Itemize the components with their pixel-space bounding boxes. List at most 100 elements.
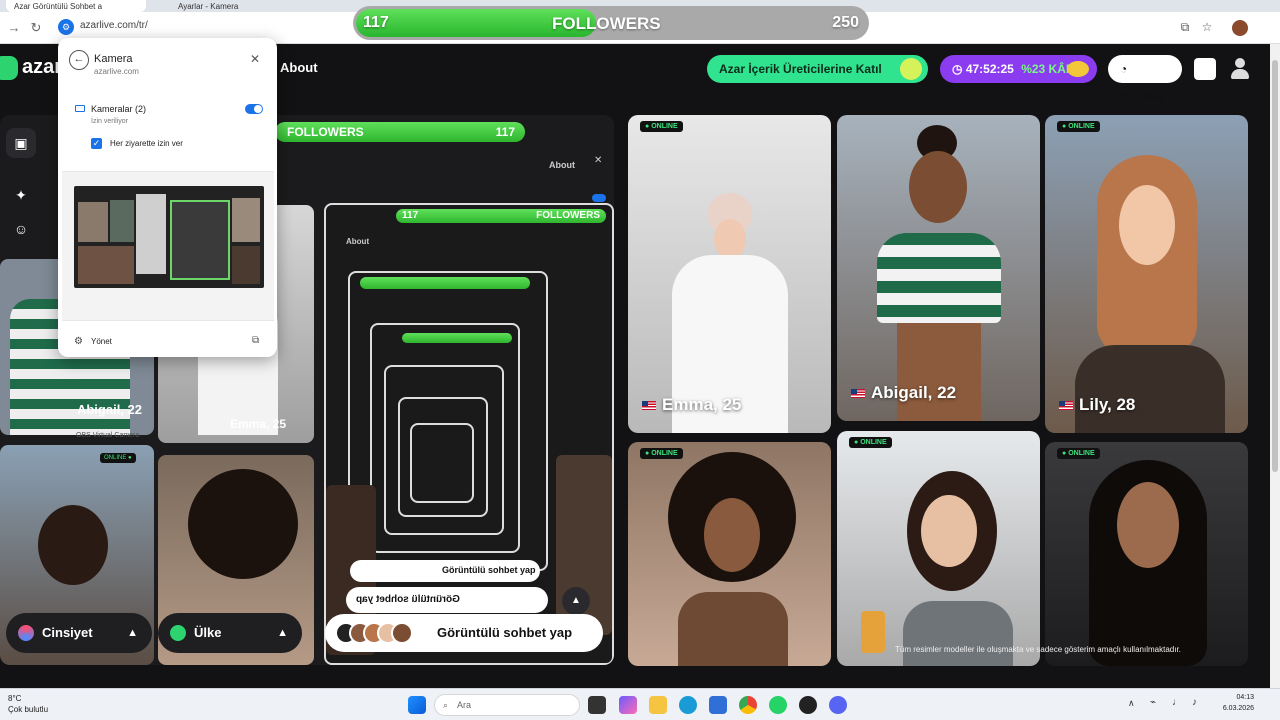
search-icon: ⌕ <box>443 700 449 710</box>
country-filter-label: Ülke <box>194 625 222 640</box>
cameras-label: Kameralar (2) <box>91 104 147 114</box>
striped-crop-top <box>877 233 1001 323</box>
chrome-icon[interactable] <box>739 696 757 714</box>
magic-wand-icon[interactable]: ✦ <box>6 180 36 210</box>
history-button[interactable]: ◔ Geçmiş <box>1108 55 1182 104</box>
microphone-icon[interactable]: ♩ <box>1172 697 1182 708</box>
promo-timer-button[interactable]: ◷ 47:52:25 %23 KÂR <box>940 55 1097 83</box>
card-bangs[interactable]: ONLINE <box>837 431 1040 666</box>
avatar-stack <box>335 622 415 644</box>
card-lily[interactable]: ONLINE Lily, 28 <box>1045 115 1248 433</box>
chevron-up-icon: ▲ <box>277 627 288 639</box>
mirror-video-pill-2: Görüntülü sohbet yap <box>346 587 548 613</box>
open-external-icon[interactable]: ⧉ <box>252 335 259 346</box>
online-badge: ONLINE <box>849 437 892 448</box>
join-creators-button[interactable]: Azar İçerik Üreticilerine Katıl <box>707 55 928 83</box>
face-shape <box>921 495 977 567</box>
mirror-video-text-1: Görüntülü sohbet yap <box>442 565 536 575</box>
promo-timer: 47:52:25 <box>965 62 1014 76</box>
online-badge: ONLINE <box>640 448 683 459</box>
about-link[interactable]: About <box>280 60 318 75</box>
clock-time[interactable]: 04:13 <box>1218 694 1254 701</box>
network-icon[interactable]: ⌁ <box>1150 697 1156 708</box>
card-name: Emma, 25 <box>642 395 741 415</box>
country-filter[interactable]: Ülke ▲ <box>158 613 302 653</box>
permission-status: İzin veriliyor <box>91 118 128 125</box>
nested-bar-2 <box>360 277 530 289</box>
camera-preview-thumbnail[interactable]: OBS Virtual Camera <box>62 171 274 439</box>
card-emma[interactable]: ONLINE Emma, 25 <box>628 115 831 433</box>
avatar <box>391 622 413 644</box>
torso <box>897 323 981 421</box>
forward-icon[interactable]: → <box>4 18 24 38</box>
us-flag-icon <box>851 389 865 399</box>
bookmark-star-icon[interactable]: ☆ <box>1198 18 1216 36</box>
clock-date[interactable]: 6.03.2026 <box>1204 705 1254 712</box>
task-view-icon[interactable] <box>588 696 606 714</box>
mirror-abigail-label: Abigail, 22 <box>76 402 142 417</box>
mirror-video-pill-1: Görüntülü sohbet yap <box>350 560 540 582</box>
card-dark-hair[interactable]: ONLINE <box>1045 442 1248 666</box>
tab-settings-camera[interactable]: Ayarlar - Kamera <box>170 0 320 12</box>
reload-icon[interactable]: ↻ <box>26 18 46 38</box>
address-bar[interactable]: azarlive.com/tr/ <box>80 20 148 31</box>
face-shape <box>1119 185 1175 265</box>
face-filter-icon[interactable]: ☺ <box>6 214 36 244</box>
azar-logo-icon[interactable] <box>0 56 18 80</box>
chevron-up-icon[interactable]: ∧ <box>1128 698 1135 709</box>
card-name: Lily, 28 <box>1059 395 1135 415</box>
temperature[interactable]: 8°C <box>8 694 21 703</box>
taskbar-search[interactable]: ⌕ Ara <box>434 694 580 716</box>
profile-avatar[interactable] <box>1232 20 1248 36</box>
gender-filter[interactable]: Cinsiyet ▲ <box>6 613 152 653</box>
followers-progress-bar: 117 FOLLOWERS 250 <box>353 6 869 40</box>
card-curly[interactable]: ONLINE <box>628 442 831 666</box>
copilot-icon[interactable] <box>619 696 637 714</box>
edge-icon[interactable] <box>679 696 697 714</box>
store-app-icon[interactable] <box>709 696 727 714</box>
store-icon[interactable] <box>1194 58 1216 80</box>
back-arrow-icon[interactable]: ← <box>69 50 89 70</box>
mirror-followers-bar: FOLLOWERS 117 <box>275 122 525 142</box>
whatsapp-icon[interactable] <box>769 696 787 714</box>
mirror-emma-label: Emma, 25 <box>229 417 286 431</box>
effects-icon[interactable]: ▣ <box>6 128 36 158</box>
card-abigail[interactable]: Abigail, 22 <box>837 115 1040 421</box>
thumb-tile <box>170 200 230 280</box>
thumb-tile <box>136 194 166 274</box>
install-app-icon[interactable]: ⧉ <box>1176 18 1194 36</box>
windows-start-icon[interactable] <box>408 696 426 714</box>
camera-toggle[interactable] <box>245 104 263 114</box>
nested-followers-bar: 117 FOLLOWERS <box>396 209 606 223</box>
popup-host: azarlive.com <box>94 67 139 76</box>
curly-hair-shape <box>188 469 298 579</box>
coins-icon <box>1067 61 1089 77</box>
camera-icon <box>75 105 85 112</box>
azar-logo-text[interactable]: azar <box>22 56 62 79</box>
video-chat-label: Görüntülü sohbet yap <box>437 625 573 640</box>
gender-filter-label: Cinsiyet <box>42 625 93 640</box>
video-chat-button[interactable]: Görüntülü sohbet yap <box>325 614 603 652</box>
online-badge: ONLINE <box>1057 448 1100 459</box>
close-icon[interactable]: ✕ <box>250 52 260 66</box>
weather-condition[interactable]: Çok bulutlu <box>8 705 48 714</box>
manage-link[interactable]: Yönet <box>91 337 112 346</box>
followers-current: 117 <box>363 14 389 31</box>
thumb-tile <box>232 246 260 284</box>
followers-label: FOLLOWERS <box>552 14 661 33</box>
scrollbar-thumb[interactable] <box>1272 60 1278 472</box>
thumb-tile <box>110 200 134 242</box>
allow-every-visit-checkbox[interactable]: ✓ <box>91 138 102 149</box>
creator-badge-icon <box>900 58 922 80</box>
site-info-icon[interactable]: ⚙ <box>58 19 74 35</box>
camera-permission-popup: ← Kamera azarlive.com ✕ Kameralar (2) İz… <box>58 38 277 439</box>
tab-azar[interactable]: Azar Görüntülü Sohbet a <box>6 0 146 12</box>
mirror-about: About <box>549 160 575 170</box>
gear-icon[interactable]: ⚙ <box>74 336 83 347</box>
thumb-tile <box>232 198 260 242</box>
user-icon[interactable] <box>1229 56 1251 80</box>
volume-icon[interactable]: ♪ <box>1192 697 1197 708</box>
obs-icon[interactable] <box>799 696 817 714</box>
file-explorer-icon[interactable] <box>649 696 667 714</box>
discord-icon[interactable] <box>829 696 847 714</box>
